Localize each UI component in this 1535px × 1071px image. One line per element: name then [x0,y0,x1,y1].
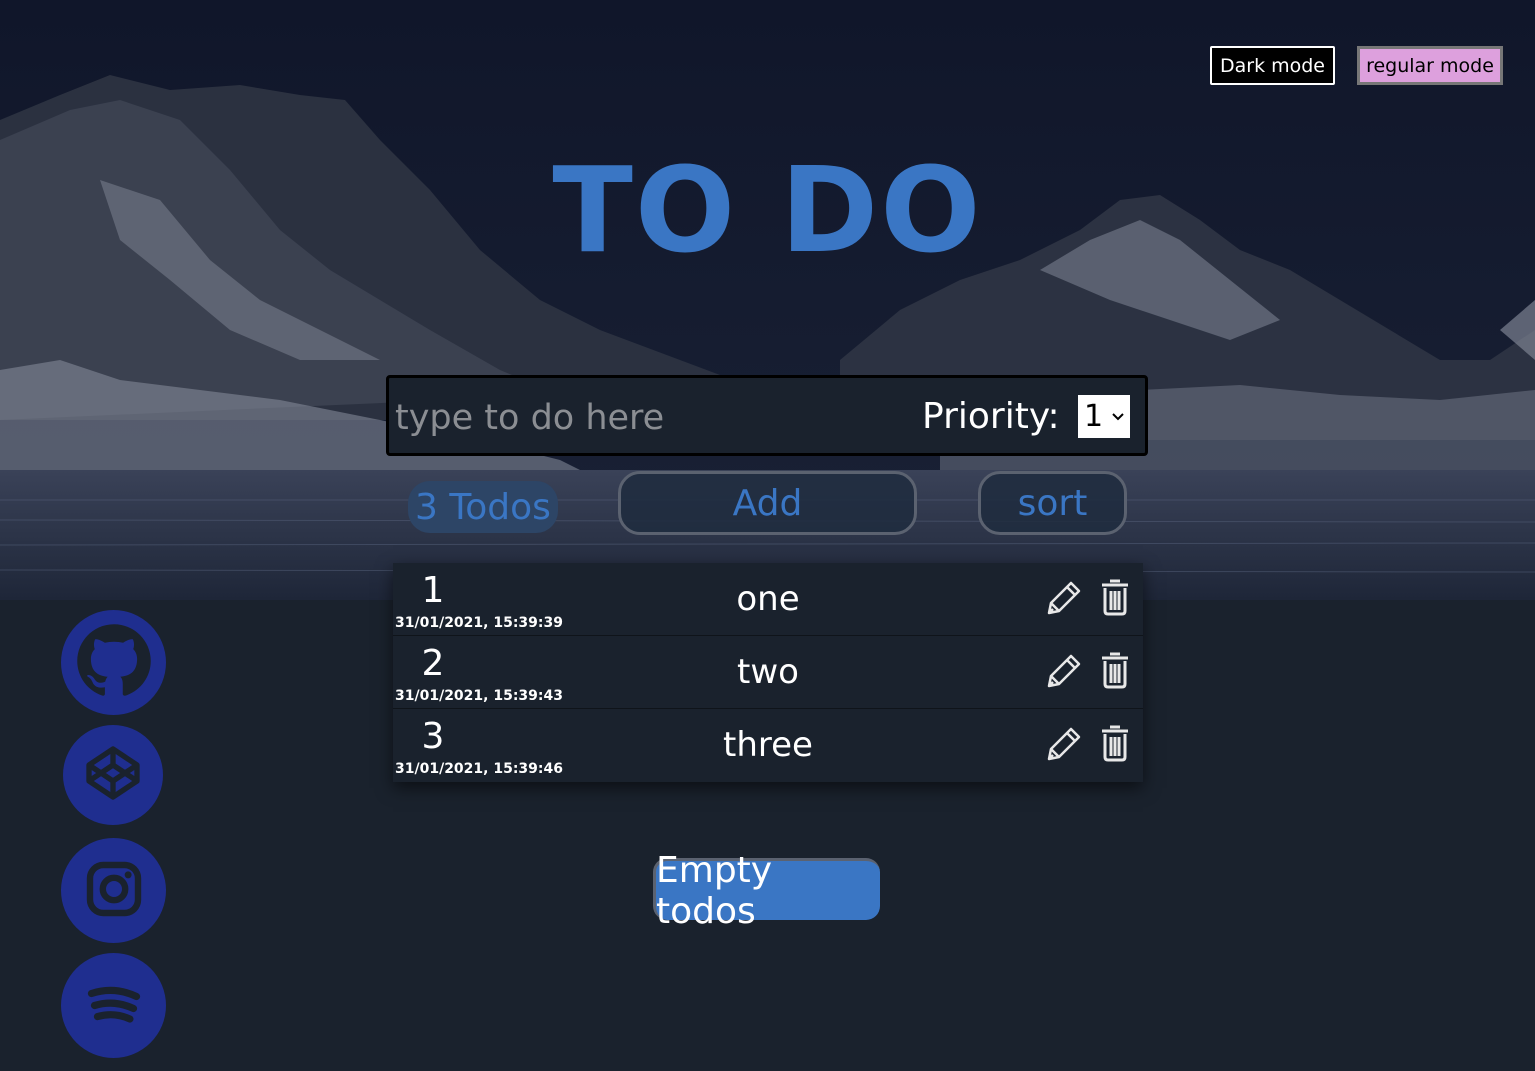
github-icon [72,619,156,707]
todo-text: one [736,579,800,619]
trash-icon[interactable] [1100,651,1130,693]
empty-todos-button[interactable]: Empty todos [653,850,880,932]
todo-row: 2 31/01/2021, 15:39:43 two [393,636,1143,709]
codepen-icon [81,741,145,809]
todo-count-badge: 3 Todos [408,481,558,533]
spotify-link[interactable] [61,953,166,1058]
priority-label: Priority: [922,396,1060,437]
sort-button[interactable]: sort [978,471,1127,535]
github-link[interactable] [61,610,166,715]
chevron-down-icon [1112,401,1124,435]
todo-row: 3 31/01/2021, 15:39:46 three [393,709,1143,782]
pencil-icon[interactable] [1043,725,1083,769]
pencil-icon[interactable] [1043,652,1083,696]
priority-selected-value: 1 [1084,399,1104,434]
todo-list: 1 31/01/2021, 15:39:39 one 2 31/01/2021,… [393,563,1143,782]
spotify-icon [78,968,150,1044]
dark-mode-button[interactable]: Dark mode [1210,46,1335,85]
trash-icon[interactable] [1100,724,1130,766]
add-button[interactable]: Add [618,471,917,535]
todo-text: three [723,725,813,765]
instagram-icon [82,857,146,925]
instagram-link[interactable] [61,838,166,943]
todo-row: 1 31/01/2021, 15:39:39 one [393,563,1143,636]
page-title: TO DO [552,141,983,279]
trash-icon[interactable] [1100,578,1130,620]
pencil-icon[interactable] [1043,579,1083,623]
priority-select[interactable]: 1 [1078,395,1130,438]
todo-text: two [737,652,799,692]
todo-input[interactable] [393,392,897,444]
codepen-link[interactable] [63,725,163,825]
regular-mode-button[interactable]: regular mode [1357,46,1503,85]
todo-input-bar: Priority: 1 [386,375,1148,456]
